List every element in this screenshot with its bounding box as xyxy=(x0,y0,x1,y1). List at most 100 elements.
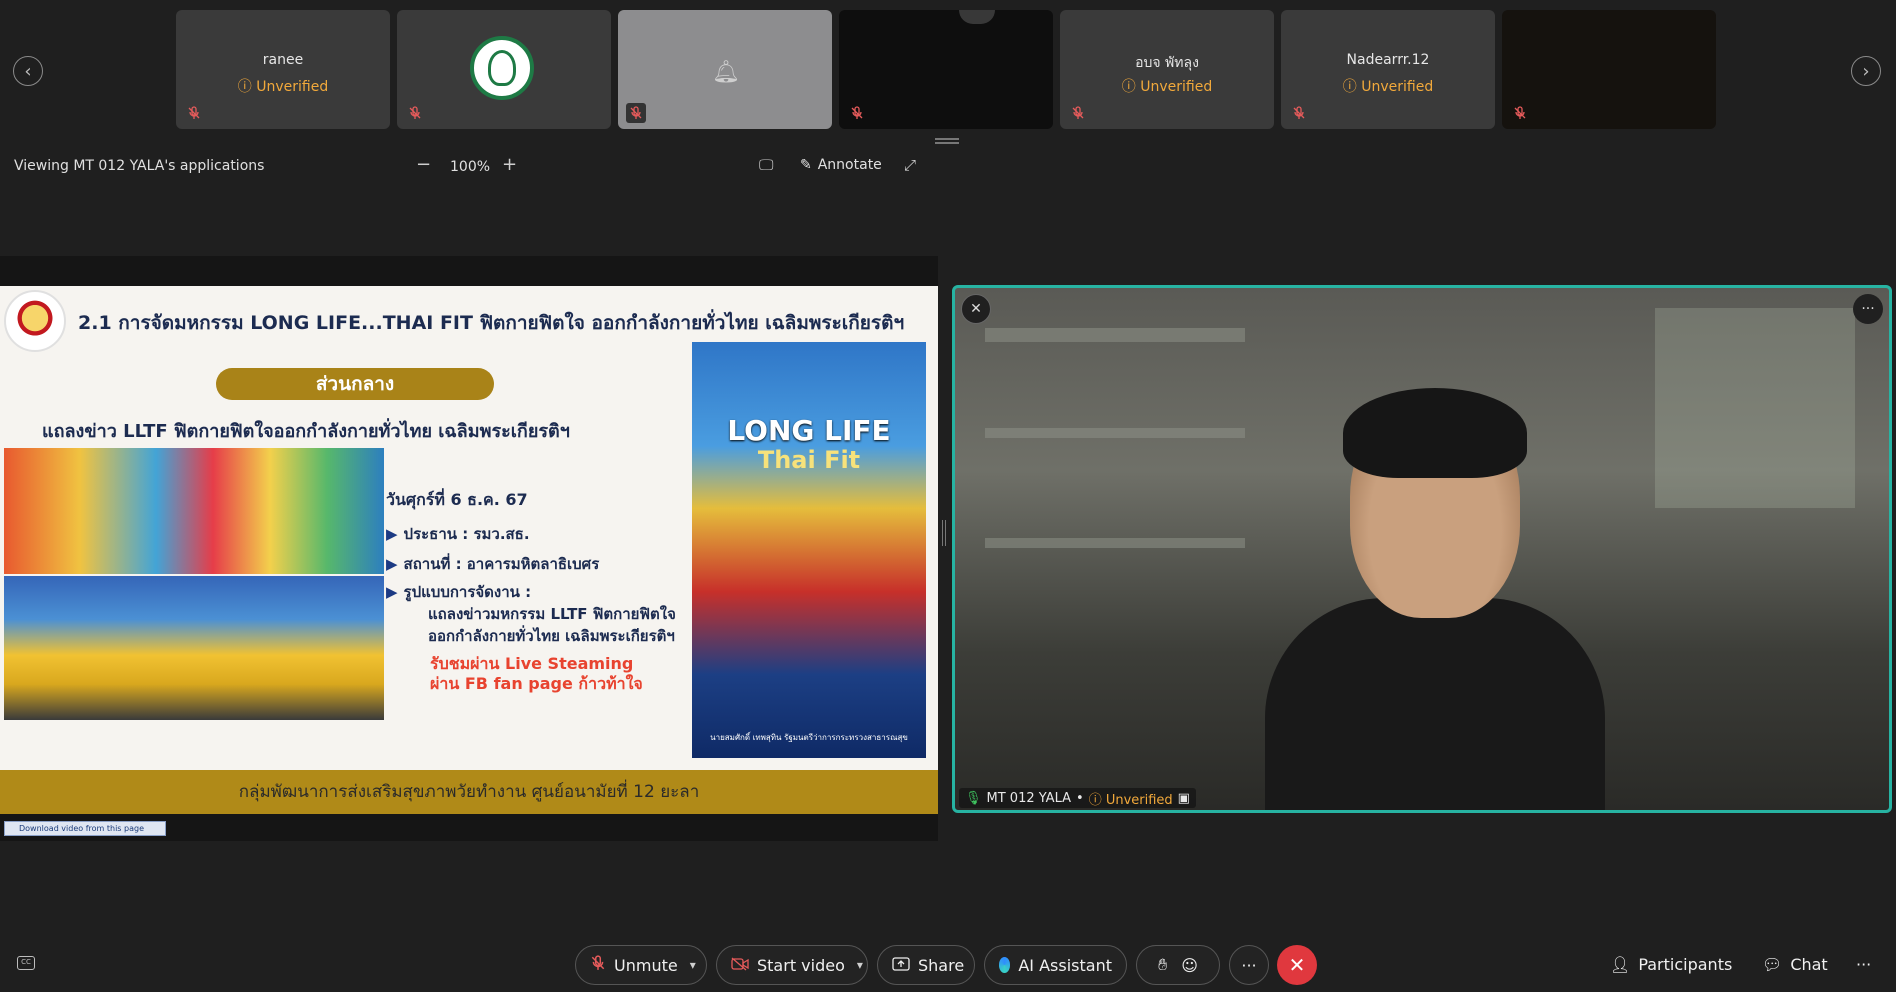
event-chair: ▶ ประธาน : รมว.สธ. xyxy=(386,525,530,543)
event-poster: LONG LIFE Thai Fit นายสมศักดิ์ เทพสุทิน … xyxy=(692,342,926,758)
overflow-menu-button[interactable]: ··· xyxy=(1856,955,1871,974)
participant-name: ranee xyxy=(262,52,304,68)
unpin-icon: ✕ xyxy=(970,301,982,317)
zoom-in-button[interactable]: + xyxy=(502,154,517,175)
event-photo xyxy=(4,448,384,574)
speaker-name: MT 012 YALA xyxy=(986,790,1072,806)
chevron-right-icon: › xyxy=(1862,60,1870,82)
slide-footer: กลุ่มพัฒนาการส่งเสริมสุขภาพวัยทำงาน ศูนย… xyxy=(0,770,938,814)
participant-tile[interactable] xyxy=(839,10,1053,129)
share-icon xyxy=(892,956,910,975)
participant-tile[interactable] xyxy=(397,10,611,129)
participant-tile[interactable]: อบจ พัทลุง ⓘ Unverified xyxy=(1060,10,1274,129)
ai-assistant-icon xyxy=(999,957,1011,973)
chevron-down-icon: ▾ xyxy=(689,958,696,972)
chat-button[interactable]: 💬︎ Chat xyxy=(1762,955,1828,974)
slide-title: 2.1 การจัดมหกรรม LONG LIFE...THAI FIT ฟิ… xyxy=(78,312,905,334)
captions-button[interactable]: CC xyxy=(17,956,35,970)
poster-caption: นายสมศักดิ์ เทพสุทิน รัฐมนตรีว่าการกระทร… xyxy=(710,733,908,742)
download-video-bar[interactable]: Download video from this page xyxy=(4,821,166,836)
event-date: วันศุกร์ที่ 6 ธ.ค. 67 xyxy=(386,490,528,509)
mic-muted-icon xyxy=(1289,103,1309,123)
video-options-button[interactable]: ··· xyxy=(1853,294,1883,324)
annotate-label: Annotate xyxy=(817,157,882,173)
unverified-label: ⓘ Unverified xyxy=(1121,79,1213,95)
fullscreen-button[interactable]: ⤢ xyxy=(904,156,916,174)
presentation-slide: 2.1 การจัดมหกรรม LONG LIFE...THAI FIT ฟิ… xyxy=(0,286,938,814)
emoji-reaction-icon[interactable]: ☺︎ xyxy=(1181,956,1198,975)
chat-bubble-icon: 💬︎ xyxy=(1762,955,1783,974)
participant-name: Nadearrr.12 xyxy=(1346,52,1430,68)
more-options-button[interactable]: ··· xyxy=(1229,945,1269,985)
royal-emblem-logo xyxy=(4,290,66,352)
mic-muted-icon xyxy=(1068,103,1088,123)
reactions-group[interactable]: ✋︎ ☺︎ xyxy=(1136,945,1220,985)
unmute-button[interactable]: Unmute ▾ xyxy=(575,945,707,985)
ministry-logo-avatar xyxy=(470,36,534,100)
speaker-namebar: 🎙︎ MT 012 YALA • ⓘ Unverified ▣ xyxy=(959,788,1196,808)
raise-hand-icon[interactable]: ✋︎ xyxy=(1158,955,1167,975)
next-participants-button[interactable]: › xyxy=(1851,56,1881,86)
poster-title: LONG LIFE xyxy=(727,414,891,447)
mic-muted-icon xyxy=(847,103,867,123)
annotate-button[interactable]: ✎ Annotate xyxy=(800,157,882,173)
participant-name: อบจ พัทลุง xyxy=(1135,55,1199,71)
start-video-button[interactable]: Start video ▾ xyxy=(716,945,868,985)
section-pill: ส่วนกลาง xyxy=(216,368,494,400)
unverified-label: ⓘ Unverified xyxy=(237,79,329,95)
start-video-label: Start video xyxy=(757,955,845,975)
chevron-down-icon: ▾ xyxy=(856,958,863,972)
share-button[interactable]: Share xyxy=(877,945,975,985)
end-call-button[interactable]: ✕ xyxy=(1277,945,1317,985)
unverified-label: ⓘ Unverified xyxy=(1342,79,1434,95)
participants-label: Participants xyxy=(1638,955,1733,974)
participant-tile[interactable]: ranee ⓘ Unverified xyxy=(176,10,390,129)
mic-muted-icon xyxy=(184,103,204,123)
slide-subtitle: แถลงข่าว LLTF ฟิตกายฟิตใจออกกำลังกายทั่ว… xyxy=(42,421,570,442)
remote-control-button[interactable]: 🖵︎ xyxy=(759,156,773,174)
participant-tile[interactable] xyxy=(1502,10,1716,129)
group-photo xyxy=(4,576,384,720)
event-venue: ▶ สถานที่ : อาคารมหิตลาธิเบศร xyxy=(386,555,600,573)
unmute-label: Unmute xyxy=(614,955,678,975)
prev-participants-button[interactable]: ‹ xyxy=(13,56,43,86)
person-icon: 👤︎ xyxy=(1610,955,1631,974)
more-icon: ··· xyxy=(1861,301,1875,317)
ai-assistant-label: AI Assistant xyxy=(1018,955,1112,975)
poster-subtitle: Thai Fit xyxy=(757,446,861,474)
share-label: Share xyxy=(918,955,965,975)
mic-muted-icon xyxy=(405,103,425,123)
pen-icon: ✎ xyxy=(800,157,812,173)
expand-icon: ⤢ xyxy=(904,156,917,174)
mic-on-icon: 🎙︎ xyxy=(965,790,982,806)
mic-muted-icon xyxy=(590,955,606,975)
monitor-icon: 🖵︎ xyxy=(759,156,774,174)
close-icon: ✕ xyxy=(1288,953,1306,977)
unverified-label: ⓘ Unverified xyxy=(1088,792,1173,808)
chevron-left-icon: ‹ xyxy=(24,60,32,82)
live-line: ผ่าน FB fan page ก้าวท้าใจ xyxy=(430,674,643,693)
format-line: แถลงข่าวมหกรรม LLTF ฟิตกายฟิตใจ xyxy=(428,605,676,623)
viewing-label: Viewing MT 012 YALA's applications xyxy=(14,158,265,174)
zoom-out-button[interactable]: − xyxy=(416,154,431,175)
screen-share-icon: ▣ xyxy=(1177,790,1190,806)
chat-label: Chat xyxy=(1790,955,1828,974)
panel-splitter[interactable] xyxy=(942,520,946,546)
resize-handle[interactable] xyxy=(935,138,959,144)
mic-muted-icon xyxy=(626,103,646,123)
format-line: ออกกำลังกายทั่วไทย เฉลิมพระเกียรติฯ xyxy=(428,627,675,645)
more-icon: ··· xyxy=(1241,955,1257,975)
participant-tile[interactable]: 🔔︎ xyxy=(618,10,832,129)
unpin-button[interactable]: ✕ xyxy=(961,294,991,324)
ai-assistant-button[interactable]: AI Assistant xyxy=(984,945,1127,985)
video-feed xyxy=(959,10,995,24)
mic-muted-icon xyxy=(1510,103,1530,123)
active-speaker-video[interactable]: ✕ ··· 🎙︎ MT 012 YALA • ⓘ Unverified ▣ xyxy=(952,285,1892,813)
speaker-person xyxy=(1265,388,1605,810)
event-format: ▶ รูปแบบการจัดงาน : xyxy=(386,583,532,601)
video-off-icon xyxy=(731,956,749,975)
participant-tile[interactable]: Nadearrr.12 ⓘ Unverified xyxy=(1281,10,1495,129)
zoom-level: 100% xyxy=(450,159,491,175)
bell-icon: 🔔︎ xyxy=(712,60,740,85)
participants-button[interactable]: 👤︎ Participants xyxy=(1610,955,1732,974)
